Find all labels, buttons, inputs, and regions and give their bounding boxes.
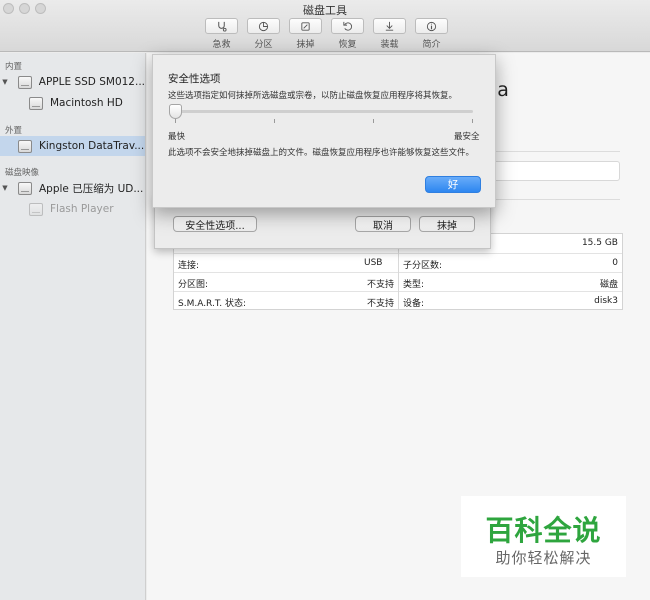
volume-icon bbox=[29, 96, 43, 110]
erase-toolbar-button[interactable] bbox=[289, 18, 322, 34]
external-disk-icon bbox=[18, 139, 32, 153]
disk-image-icon bbox=[18, 181, 32, 195]
type-label: 类型: bbox=[403, 280, 425, 290]
watermark-title: 百科全说 bbox=[485, 514, 602, 547]
toolbar-mount[interactable]: 装载 bbox=[371, 18, 408, 50]
usage-bar bbox=[493, 161, 620, 181]
mount-button[interactable] bbox=[373, 18, 406, 34]
sidebar-item-label: Flash Player bbox=[50, 203, 114, 215]
sidebar-item-apple-ssd[interactable]: ▼ APPLE SSD SM012... bbox=[0, 72, 145, 92]
sidebar-section-internal: 内置 bbox=[5, 62, 23, 72]
toolbar-partition[interactable]: 分区 bbox=[245, 18, 282, 50]
toolbar-label: 简介 bbox=[422, 40, 441, 50]
toolbar-restore[interactable]: 恢复 bbox=[329, 18, 366, 50]
smart-status-value: 不支持 bbox=[367, 299, 395, 309]
sidebar: 内置 ▼ APPLE SSD SM012... Macintosh HD 外置 … bbox=[0, 53, 146, 600]
slider-tick bbox=[472, 119, 473, 123]
device-label: 设备: bbox=[403, 299, 425, 309]
security-slider-knob[interactable] bbox=[169, 104, 182, 119]
watermark: 百科全说 助你轻松解决 bbox=[461, 496, 626, 577]
watermark-subtitle: 助你轻松解决 bbox=[495, 549, 592, 567]
security-options-button[interactable]: 安全性选项... bbox=[173, 216, 257, 232]
toolbar-label: 分区 bbox=[254, 40, 273, 50]
dialog-note: 此选项不会安全地抹掉磁盘上的文件。磁盘恢复应用程序也许能够恢复这些文件。 bbox=[168, 148, 475, 158]
slider-max-label: 最安全 bbox=[454, 132, 480, 142]
info-icon bbox=[426, 21, 437, 31]
dialog-title: 安全性选项 bbox=[168, 73, 221, 85]
slider-tick bbox=[274, 119, 275, 123]
erase-button[interactable]: 抹掉 bbox=[419, 216, 475, 232]
toolbar: 急救 分区 抹掉 恢复 装载 简介 bbox=[203, 18, 450, 50]
capacity-value: 15.5 GB bbox=[581, 238, 618, 248]
title-bar: 磁盘工具 急救 分区 抹掉 恢复 装载 简介 bbox=[0, 0, 650, 52]
sidebar-item-label: Kingston DataTrav... bbox=[39, 140, 145, 152]
restore-icon bbox=[343, 21, 352, 31]
child-count-label: 子分区数: bbox=[403, 261, 443, 271]
partition-map-label: 分区图: bbox=[178, 280, 209, 290]
toolbar-label: 急救 bbox=[212, 40, 231, 50]
ok-button[interactable]: 好 bbox=[425, 176, 481, 193]
slider-tick bbox=[175, 119, 176, 123]
toolbar-first-aid[interactable]: 急救 bbox=[203, 18, 240, 50]
partition-button[interactable] bbox=[247, 18, 280, 34]
sidebar-section-disk-images: 磁盘映像 bbox=[5, 168, 40, 178]
sidebar-section-external: 外置 bbox=[5, 126, 23, 136]
sidebar-item-label: Macintosh HD bbox=[50, 97, 123, 109]
toolbar-label: 抹掉 bbox=[296, 40, 315, 50]
volume-icon bbox=[29, 202, 43, 216]
partition-map-value: 不支持 bbox=[367, 280, 395, 290]
partition-pie-icon bbox=[258, 21, 269, 31]
mount-icon bbox=[385, 21, 394, 31]
device-value: disk3 bbox=[594, 296, 618, 306]
internal-disk-icon bbox=[17, 75, 32, 89]
sidebar-item-kingston[interactable]: Kingston DataTrav... bbox=[0, 136, 145, 156]
sidebar-item-label: APPLE SSD SM012... bbox=[38, 76, 145, 88]
toolbar-info[interactable]: 简介 bbox=[413, 18, 450, 50]
info-button[interactable] bbox=[415, 18, 448, 34]
child-count-value: 0 bbox=[612, 258, 618, 268]
disclosure-triangle-icon[interactable]: ▼ bbox=[0, 78, 10, 86]
slider-min-label: 最快 bbox=[168, 132, 186, 142]
slider-tick bbox=[373, 119, 374, 123]
toolbar-label: 装载 bbox=[380, 40, 399, 50]
sidebar-item-apple-compressed[interactable]: ▼ Apple 已压缩为 UD... bbox=[0, 178, 145, 198]
security-options-dialog: 安全性选项 这些选项指定如何抹掉所选磁盘或宗卷，以防止磁盘恢复应用程序将其恢复。… bbox=[152, 54, 496, 208]
disclosure-triangle-icon[interactable]: ▼ bbox=[0, 184, 10, 192]
toolbar-erase[interactable]: 抹掉 bbox=[287, 18, 324, 50]
restore-button[interactable] bbox=[331, 18, 364, 34]
type-value: 磁盘 bbox=[599, 280, 618, 290]
connection-value: USB bbox=[364, 258, 383, 268]
window-title: 磁盘工具 bbox=[303, 4, 347, 17]
sidebar-item-flash-player[interactable]: Flash Player bbox=[0, 199, 145, 219]
first-aid-button[interactable] bbox=[205, 18, 238, 34]
divider bbox=[493, 151, 620, 152]
cancel-button[interactable]: 取消 bbox=[355, 216, 411, 232]
divider bbox=[493, 199, 620, 200]
sidebar-item-macintosh-hd[interactable]: Macintosh HD bbox=[0, 93, 145, 113]
dialog-description: 这些选项指定如何抹掉所选磁盘或宗卷，以防止磁盘恢复应用程序将其恢复。 bbox=[168, 91, 458, 101]
stethoscope-icon bbox=[218, 21, 227, 32]
security-slider-track[interactable] bbox=[175, 110, 473, 113]
toolbar-label: 恢复 bbox=[338, 40, 357, 50]
erase-icon bbox=[301, 21, 310, 31]
connection-label: 连接: bbox=[178, 261, 200, 271]
sidebar-item-label: Apple 已压缩为 UD... bbox=[39, 182, 144, 195]
smart-status-label: S.M.A.R.T. 状态: bbox=[178, 299, 247, 309]
